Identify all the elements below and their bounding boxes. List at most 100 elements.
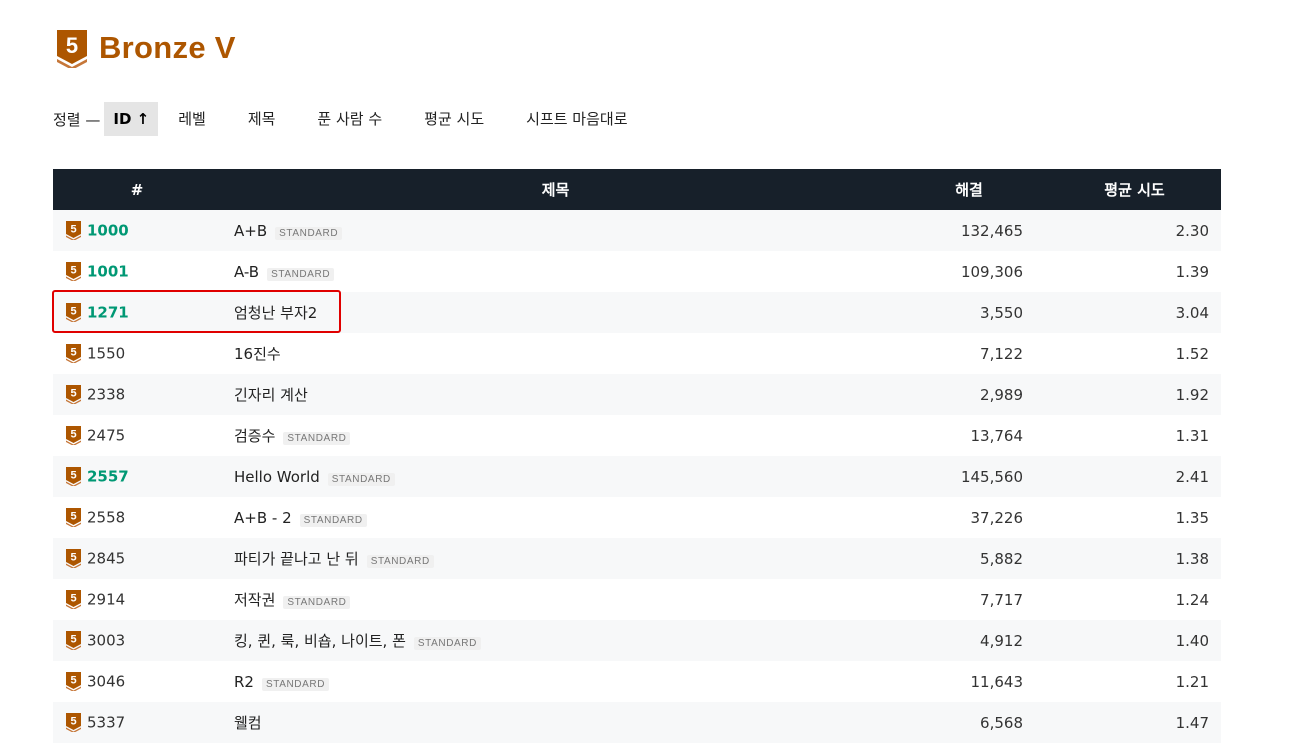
standard-tag: STANDARD xyxy=(261,677,330,691)
problem-id-cell: 5 5337 xyxy=(53,702,221,743)
problem-title-link[interactable]: 검증수 xyxy=(234,427,275,445)
problem-id-link[interactable]: 2914 xyxy=(87,591,125,609)
solved-count: 4,912 xyxy=(980,631,1023,650)
standard-tag: STANDARD xyxy=(283,432,351,445)
table-row[interactable]: 5 2338 긴자리 계산 2,989 1.92 xyxy=(53,374,1221,415)
standard-tag: STANDARD xyxy=(299,513,367,527)
problem-id-cell: 5 2338 xyxy=(53,374,221,415)
table-row[interactable]: 5 2558 A+B - 2 STANDARD 37,226 1.35 xyxy=(53,497,1221,538)
problem-title-cell: A+B - 2 STANDARD xyxy=(221,497,890,538)
problem-id-link[interactable]: 2845 xyxy=(87,550,125,568)
problem-title-link[interactable]: A+B - 2 xyxy=(234,509,292,527)
table-row[interactable]: 5 2845 파티가 끝나고 난 뒤 STANDARD 5,882 1.38 xyxy=(53,538,1221,579)
solved-count: 13,764 xyxy=(970,426,1024,445)
sort-option-title[interactable]: 제목 xyxy=(238,102,286,136)
svg-text:5: 5 xyxy=(70,552,76,564)
table-row[interactable]: 5 2914 저작권 STANDARD 7,717 1.24 xyxy=(53,579,1221,620)
problem-id-link[interactable]: 1550 xyxy=(87,345,125,363)
solved-count: 37,226 xyxy=(970,508,1024,527)
problem-id-cell: 5 1550 xyxy=(53,333,221,374)
problem-id-link[interactable]: 2338 xyxy=(87,386,125,404)
solved-count: 145,560 xyxy=(960,467,1023,486)
problem-title-link[interactable]: 16진수 xyxy=(234,345,281,363)
sort-option-solved-count[interactable]: 푼 사람 수 xyxy=(307,102,392,136)
problem-id-link[interactable]: 2557 xyxy=(87,468,129,486)
problem-title-cell: 16진수 xyxy=(221,333,890,374)
sort-option-id[interactable]: ID ↑ xyxy=(104,102,159,136)
problem-id-link[interactable]: 1001 xyxy=(87,263,129,281)
problem-title-link[interactable]: 긴자리 계산 xyxy=(234,386,308,404)
problem-id-link[interactable]: 3003 xyxy=(87,632,125,650)
average-tries: 3.04 xyxy=(1175,303,1209,322)
problem-id-link[interactable]: 3046 xyxy=(87,673,125,691)
bronze-tier-icon: 5 xyxy=(66,549,81,569)
problem-id-cell: 5 3046 xyxy=(53,661,221,702)
bronze-tier-icon: 5 xyxy=(66,426,81,446)
table-row[interactable]: 5 3046 R2 STANDARD 11,643 1.21 xyxy=(53,661,1221,702)
table-row[interactable]: 5 2475 검증수 STANDARD 13,764 1.31 xyxy=(53,415,1221,456)
average-tries: 1.52 xyxy=(1175,344,1209,363)
solved-count: 109,306 xyxy=(960,262,1023,281)
problem-title-link[interactable]: 엄청난 부자2 xyxy=(234,304,317,322)
average-tries: 2.30 xyxy=(1175,221,1209,240)
bronze-tier-icon: 5 xyxy=(55,28,89,70)
problem-title-cell: 저작권 STANDARD xyxy=(221,579,890,620)
svg-text:5: 5 xyxy=(70,265,76,277)
page-header: 5 Bronze V xyxy=(55,28,236,70)
problem-id-cell: 5 2845 xyxy=(53,538,221,579)
problem-id-cell: 5 2914 xyxy=(53,579,221,620)
problem-title-cell: Hello World STANDARD xyxy=(221,456,890,497)
problem-title-link[interactable]: A+B xyxy=(234,222,267,240)
problem-id-link[interactable]: 1000 xyxy=(87,222,129,240)
column-header-title[interactable]: 제목 xyxy=(221,169,890,210)
problem-title-cell: A+B STANDARD xyxy=(221,210,890,251)
table-row[interactable]: 5 5337 웰컴 6,568 1.47 xyxy=(53,702,1221,743)
average-tries: 1.92 xyxy=(1175,385,1209,404)
standard-tag: STANDARD xyxy=(267,267,335,281)
table-row[interactable]: 5 2557 Hello World STANDARD 145,560 2.41 xyxy=(53,456,1221,497)
table-row[interactable]: 5 1550 16진수 7,122 1.52 xyxy=(53,333,1221,374)
bronze-tier-icon: 5 xyxy=(66,344,81,364)
sort-label: 정렬 — xyxy=(53,110,101,129)
solved-count: 7,122 xyxy=(980,344,1023,363)
problem-id-link[interactable]: 2475 xyxy=(87,427,125,445)
problem-title-link[interactable]: 킹, 퀸, 룩, 비숍, 나이트, 폰 xyxy=(234,632,406,650)
problem-title-cell: 검증수 STANDARD xyxy=(221,415,890,456)
average-tries: 1.21 xyxy=(1175,672,1209,691)
svg-text:5: 5 xyxy=(66,33,78,58)
bronze-tier-icon: 5 xyxy=(66,385,81,405)
problem-title-link[interactable]: 저작권 xyxy=(234,591,275,609)
table-row[interactable]: 5 1001 A-B STANDARD 109,306 1.39 xyxy=(53,251,1221,292)
sort-option-level[interactable]: 레벨 xyxy=(168,102,216,136)
standard-tag: STANDARD xyxy=(327,472,395,486)
column-header-solved[interactable]: 해결 xyxy=(890,169,1048,210)
problem-title-cell: A-B STANDARD xyxy=(221,251,890,292)
bronze-tier-icon: 5 xyxy=(66,631,81,651)
sort-option-shift-random[interactable]: 시프트 마음대로 xyxy=(516,102,637,136)
problem-id-link[interactable]: 1271 xyxy=(87,304,129,322)
table-row[interactable]: 5 1000 A+B STANDARD 132,465 2.30 xyxy=(53,210,1221,251)
table-header-row: # 제목 해결 평균 시도 xyxy=(53,169,1221,210)
problem-title-link[interactable]: R2 xyxy=(234,673,254,691)
average-tries: 1.31 xyxy=(1175,426,1209,445)
problem-title-link[interactable]: 웰컴 xyxy=(234,714,262,732)
problem-title-link[interactable]: Hello World xyxy=(234,468,320,486)
problem-title-cell: 웰컴 xyxy=(221,702,890,743)
problem-title-link[interactable]: 파티가 끝나고 난 뒤 xyxy=(234,550,359,568)
average-tries: 1.38 xyxy=(1175,549,1209,568)
problem-title-link[interactable]: A-B xyxy=(234,263,259,281)
svg-text:5: 5 xyxy=(70,511,76,523)
column-header-average-tries[interactable]: 평균 시도 xyxy=(1048,169,1221,210)
standard-tag: STANDARD xyxy=(275,226,343,240)
average-tries: 1.24 xyxy=(1175,590,1209,609)
problem-id-link[interactable]: 2558 xyxy=(87,509,125,527)
column-header-id[interactable]: # xyxy=(53,169,221,210)
table-row[interactable]: 5 3003 킹, 퀸, 룩, 비숍, 나이트, 폰 STANDARD 4,912… xyxy=(53,620,1221,661)
bronze-tier-icon: 5 xyxy=(66,713,81,733)
bronze-tier-icon: 5 xyxy=(66,467,81,487)
sort-option-average-tries[interactable]: 평균 시도 xyxy=(414,102,494,136)
page-title: Bronze V xyxy=(99,30,236,65)
table-row[interactable]: 5 1271 엄청난 부자2 3,550 3.04 xyxy=(53,292,1221,333)
problem-id-link[interactable]: 5337 xyxy=(87,714,125,732)
svg-text:5: 5 xyxy=(70,224,76,236)
